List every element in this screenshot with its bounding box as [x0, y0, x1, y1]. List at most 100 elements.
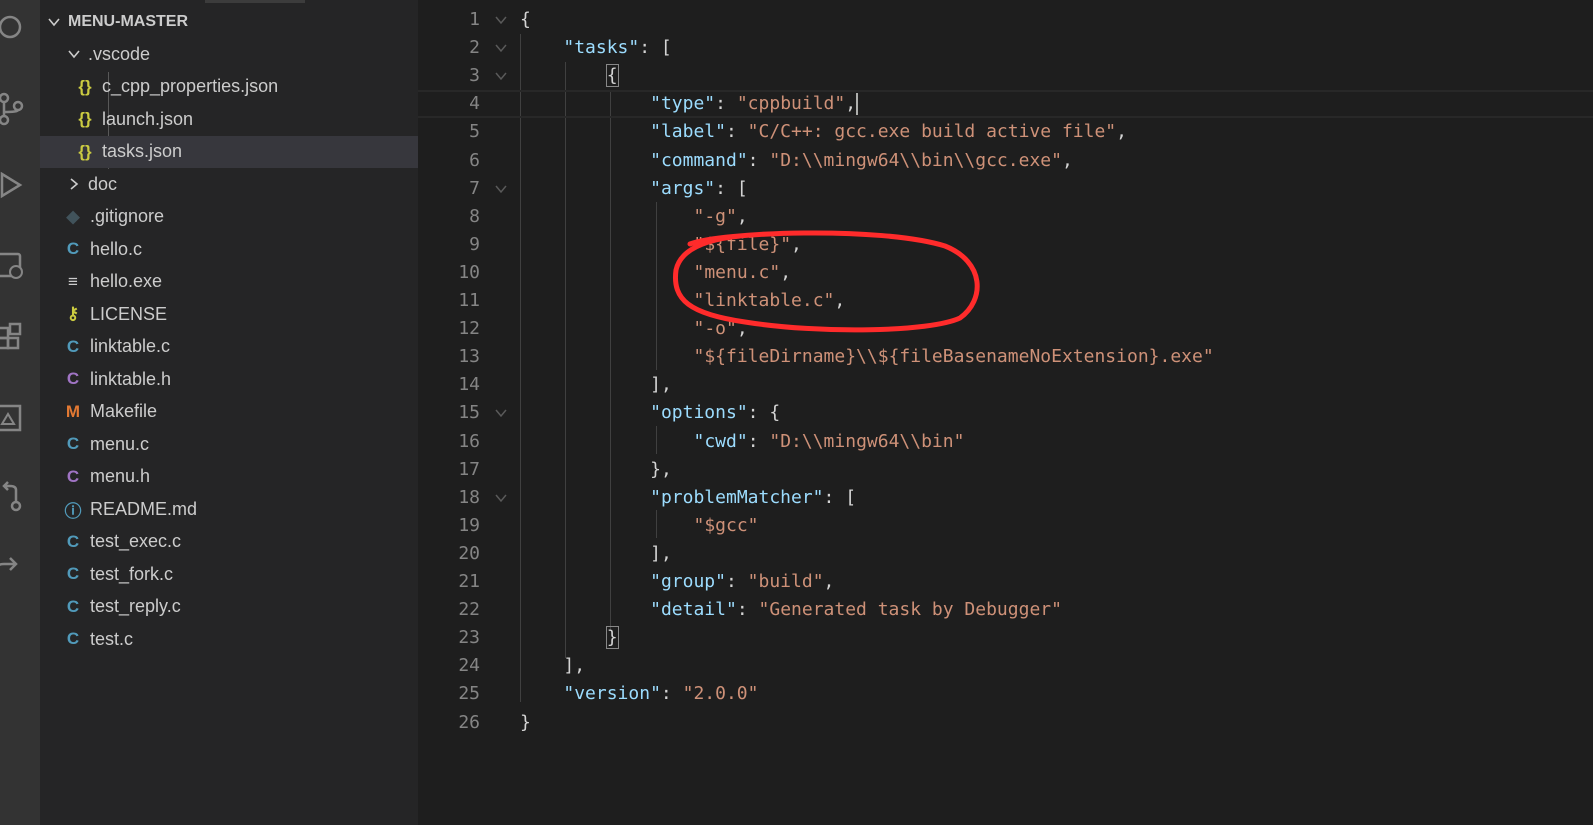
file-item[interactable]: Cmenu.h	[40, 461, 418, 493]
file-item[interactable]: Chello.c	[40, 233, 418, 265]
chevron-right-icon[interactable]	[66, 176, 82, 192]
fold-chevron-icon[interactable]	[494, 407, 508, 419]
line-number: 7	[469, 177, 480, 199]
chevron-down-icon[interactable]	[46, 14, 62, 30]
code-line[interactable]: 8 "-g",	[418, 203, 1593, 231]
code-line[interactable]: 10 "menu.c",	[418, 259, 1593, 287]
file-item[interactable]: ≡ hello.exe	[40, 266, 418, 298]
pull-request-icon[interactable]	[0, 478, 24, 512]
file-name-label: Makefile	[90, 401, 158, 421]
code-text: },	[650, 458, 672, 480]
file-name-label: test_exec.c	[90, 531, 182, 551]
code-line[interactable]: 16 "cwd": "D:\\mingw64\\bin"	[418, 428, 1593, 456]
fold-chevron-icon[interactable]	[494, 70, 508, 82]
code-line[interactable]: 2 "tasks": [	[418, 34, 1593, 62]
fold-chevron-icon[interactable]	[494, 492, 508, 504]
chevron-down-icon[interactable]	[66, 46, 82, 62]
code-line[interactable]: 24 ],	[418, 652, 1593, 680]
line-number: 11	[458, 290, 480, 311]
file-name-label: hello.exe	[90, 271, 163, 291]
code-line[interactable]: 1{	[418, 6, 1593, 34]
folder-item[interactable]: .vscode	[40, 38, 418, 70]
file-item[interactable]: Ctest_exec.c	[40, 526, 418, 558]
source-control-icon[interactable]	[0, 92, 24, 126]
remote-explorer-icon[interactable]	[0, 250, 24, 284]
file-item[interactable]: Ctest_reply.c	[40, 591, 418, 623]
line-number: 26	[458, 711, 480, 733]
line-number: 8	[469, 205, 480, 227]
line-number: 10	[458, 261, 480, 283]
line-number: 6	[469, 149, 480, 171]
line-number: 15	[458, 402, 480, 424]
code-text: ],	[563, 655, 586, 677]
text-file-icon: ≡	[68, 271, 78, 291]
code-text: "cwd": "D:\\mingw64\\bin"	[693, 430, 965, 452]
file-item[interactable]: {} c_cpp_properties.json	[40, 71, 418, 103]
code-line[interactable]: 5 "label": "C/C++: gcc.exe build active …	[418, 118, 1593, 146]
code-line[interactable]: 3 {	[418, 62, 1593, 90]
code-line[interactable]: 25 "version": "2.0.0"	[418, 680, 1593, 708]
fold-chevron-icon[interactable]	[494, 42, 508, 54]
extensions-icon[interactable]	[0, 322, 24, 356]
file-item[interactable]: Ctest_fork.c	[40, 558, 418, 590]
code-line[interactable]: 6 "command": "D:\\mingw64\\bin\\gcc.exe"…	[418, 147, 1593, 175]
code-line[interactable]: 20 ],	[418, 540, 1593, 568]
code-line[interactable]: 9 "${file}",	[418, 231, 1593, 259]
code-text: "options": {	[650, 402, 781, 424]
code-text: "-g",	[693, 205, 748, 227]
search-icon[interactable]	[0, 10, 24, 44]
line-number: 16	[458, 430, 480, 452]
code-line[interactable]: 23 }	[418, 624, 1593, 652]
code-text: "group": "build",	[650, 571, 835, 592]
code-editor[interactable]: 1{2 "tasks": [3 {4 "type": "cppbuild", 5 …	[418, 0, 1593, 825]
code-text: "detail": "Generated task by Debugger"	[650, 599, 1062, 621]
explorer-root-folder[interactable]: MENU-MASTER	[40, 6, 418, 38]
code-line[interactable]: 21 "group": "build",	[418, 568, 1593, 596]
folder-item[interactable]: doc	[40, 168, 418, 200]
fold-chevron-icon[interactable]	[494, 183, 508, 195]
code-line[interactable]: 13 "${fileDirname}\\${fileBasenameNoExte…	[418, 343, 1593, 371]
fold-chevron-icon[interactable]	[494, 14, 508, 26]
code-line[interactable]: 12 "-o",	[418, 315, 1593, 343]
code-text: ],	[650, 374, 672, 396]
h-file-icon: C	[66, 369, 80, 388]
code-text: "command": "D:\\mingw64\\bin\\gcc.exe",	[650, 149, 1073, 171]
file-name-label: tasks.json	[102, 141, 183, 161]
file-item[interactable]: ◆ .gitignore	[40, 201, 418, 233]
testing-icon[interactable]	[0, 402, 24, 436]
code-line[interactable]: 15 "options": {	[418, 399, 1593, 427]
file-name-label: menu.c	[90, 433, 150, 454]
file-item[interactable]: Clinktable.h	[40, 363, 418, 395]
code-line[interactable]: 4 "type": "cppbuild",	[418, 90, 1593, 118]
file-item[interactable]: Clinktable.c	[40, 331, 418, 363]
line-number: 14	[458, 374, 480, 396]
file-name-label: hello.c	[90, 238, 143, 259]
license-key-icon: ⚷	[66, 304, 80, 323]
line-number: 2	[469, 37, 480, 59]
text-cursor	[856, 93, 859, 116]
code-line[interactable]: 18 "problemMatcher": [	[418, 484, 1593, 512]
code-line[interactable]: 11 "linktable.c",	[418, 287, 1593, 315]
line-number: 3	[469, 65, 480, 87]
file-item[interactable]: ⚷ LICENSE	[40, 298, 418, 330]
activity-bar	[0, 0, 40, 825]
live-share-icon[interactable]	[0, 552, 24, 586]
code-line[interactable]: 7 "args": [	[418, 175, 1593, 203]
file-item[interactable]: Ctest.c	[40, 623, 418, 655]
scrollbar-thumb[interactable]	[205, 0, 305, 3]
code-line[interactable]: 14 ],	[418, 371, 1593, 399]
run-debug-icon[interactable]	[0, 168, 24, 202]
code-text: "menu.c",	[693, 261, 792, 283]
file-item[interactable]: Cmenu.c	[40, 428, 418, 460]
code-line[interactable]: 17 },	[418, 456, 1593, 484]
file-name-label: menu.h	[90, 466, 151, 486]
file-name-label: doc	[88, 173, 118, 194]
file-item[interactable]: ⓘ README.md	[40, 493, 418, 525]
file-item[interactable]: M Makefile	[40, 396, 418, 428]
code-line[interactable]: 19 "$gcc"	[418, 512, 1593, 540]
code-line[interactable]: 26}	[418, 709, 1593, 737]
file-item[interactable]: {} launch.json	[40, 103, 418, 135]
file-item[interactable]: {} tasks.json	[40, 135, 418, 168]
code-line[interactable]: 22 "detail": "Generated task by Debugger…	[418, 596, 1593, 624]
file-name-label: .vscode	[88, 43, 151, 64]
